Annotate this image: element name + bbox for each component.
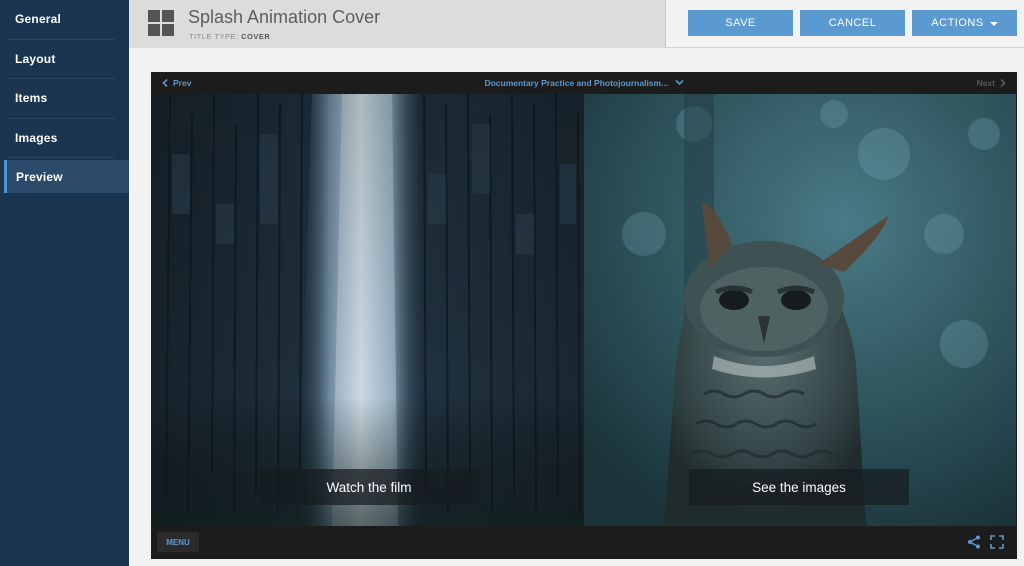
cancel-button[interactable]: CANCEL: [800, 10, 905, 36]
title-type: TITLE TYPE: COVER: [189, 32, 270, 41]
title-type-label: TITLE TYPE:: [189, 32, 239, 41]
cancel-button-label: CANCEL: [828, 17, 877, 29]
grid-icon: [148, 10, 174, 36]
preview-topbar: Prev Documentary Practice and Photojourn…: [151, 72, 1017, 94]
preview-title: Documentary Practice and Photojournalism…: [484, 78, 669, 88]
waterfall-image: [152, 94, 584, 526]
preview-bottombar: MENU: [151, 526, 1017, 559]
next-label: Next: [976, 78, 995, 88]
sidebar-item-label: General: [15, 12, 62, 27]
save-button[interactable]: SAVE: [688, 10, 793, 36]
actions-button-label: ACTIONS: [931, 17, 984, 29]
sidebar-item-label: Preview: [16, 169, 63, 184]
title-type-value: COVER: [241, 32, 271, 41]
title-block: Splash Animation Cover TITLE TYPE: COVER: [129, 0, 666, 48]
share-button[interactable]: [964, 532, 984, 552]
owl-image: [584, 94, 1016, 526]
sidebar-item-label: Items: [15, 91, 48, 106]
caret-down-icon: [989, 21, 998, 26]
menu-label: MENU: [166, 537, 190, 547]
waterfall-panel[interactable]: Watch the film: [152, 94, 584, 526]
share-icon: [968, 535, 980, 549]
fullscreen-button[interactable]: [987, 532, 1007, 552]
sidebar-item-images[interactable]: Images: [8, 119, 115, 158]
chevron-down-icon: [674, 79, 684, 86]
watch-film-button[interactable]: Watch the film: [259, 469, 479, 505]
preview-frame: Prev Documentary Practice and Photojourn…: [151, 72, 1017, 559]
preview-title-dropdown[interactable]: Documentary Practice and Photojournalism…: [151, 78, 1017, 88]
chevron-right-icon: [1000, 78, 1006, 88]
sidebar-item-items[interactable]: Items: [8, 79, 115, 119]
actions-button[interactable]: ACTIONS: [912, 10, 1017, 36]
sidebar-item-layout[interactable]: Layout: [8, 40, 115, 79]
next-link[interactable]: Next: [977, 78, 1006, 88]
watch-film-label: Watch the film: [326, 479, 412, 495]
sidebar: General Layout Items Images Preview: [0, 0, 129, 566]
see-images-button[interactable]: See the images: [689, 469, 909, 505]
sidebar-item-preview[interactable]: Preview: [4, 160, 129, 193]
see-images-label: See the images: [752, 479, 846, 495]
sidebar-item-label: Layout: [15, 51, 56, 66]
save-button-label: SAVE: [725, 17, 756, 29]
page-title: Splash Animation Cover: [188, 7, 381, 27]
owl-panel[interactable]: See the images: [584, 94, 1016, 526]
sidebar-item-label: Images: [15, 130, 58, 145]
fullscreen-icon: [990, 535, 1004, 549]
menu-button[interactable]: MENU: [157, 532, 199, 552]
sidebar-item-general[interactable]: General: [8, 0, 115, 40]
header: Splash Animation Cover TITLE TYPE: COVER…: [129, 0, 1024, 48]
